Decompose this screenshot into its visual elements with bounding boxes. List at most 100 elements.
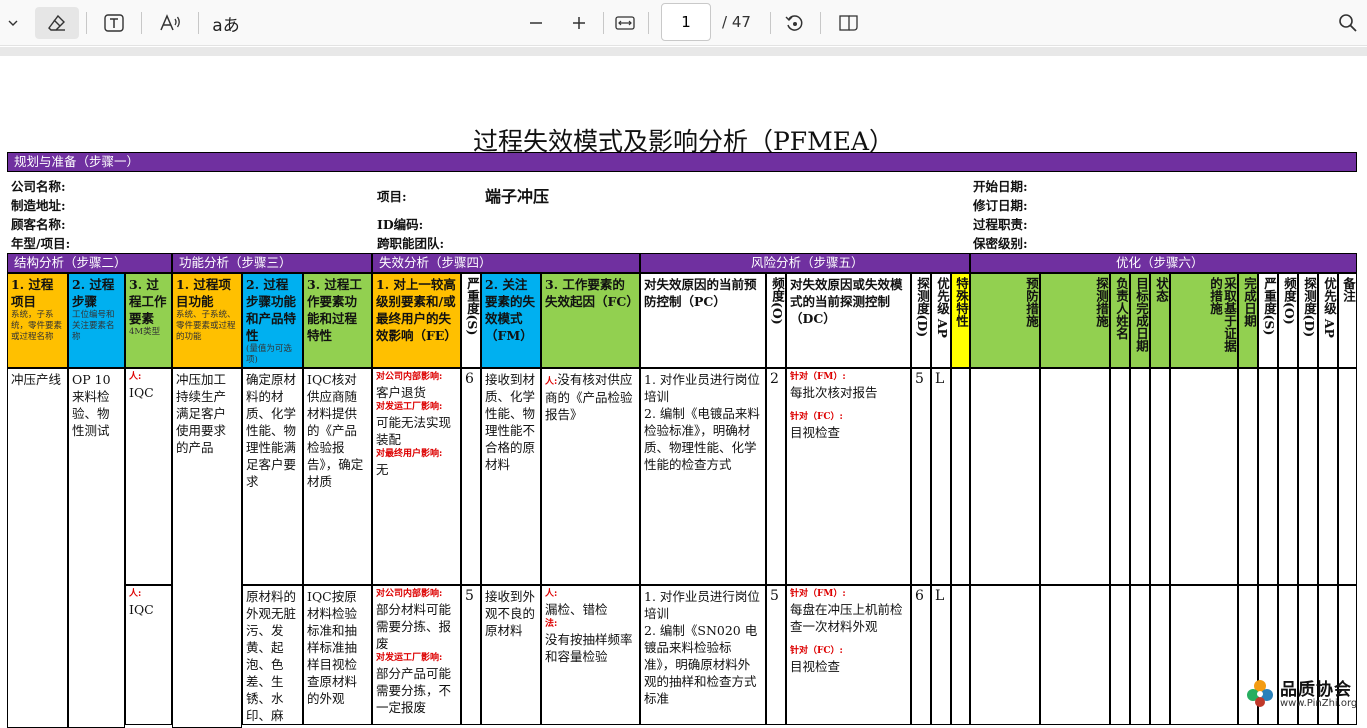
cell-target-date <box>1130 368 1150 585</box>
cell-item-function: 冲压加工持续生产满足客户使用要求的产品 <box>172 368 242 728</box>
model-label: 年型/项目: <box>11 236 71 251</box>
cell-detection-control: 针对（FM）: 每盘在冲压上机前检查一次材料外观 针对（FC）: 目视检查 <box>786 585 911 725</box>
step1-band: 规划与准备（步骤一） <box>7 152 1357 172</box>
toolbar-divider <box>820 12 821 34</box>
page-total: / 47 <box>722 13 751 31</box>
rev-date-label: 修订日期: <box>973 198 1028 213</box>
cell-detection-action <box>1040 368 1110 585</box>
zoom-in-icon[interactable] <box>567 7 591 39</box>
project-label: 项目: <box>377 189 407 204</box>
read-aloud-icon[interactable] <box>156 7 184 39</box>
page-view-icon[interactable] <box>836 7 862 39</box>
pdf-toolbar: aあ 1 / 47 <box>0 0 1367 46</box>
toolbar-divider <box>86 12 87 34</box>
cell-occurrence: 2 <box>766 368 786 585</box>
page-number-input[interactable]: 1 <box>661 3 711 41</box>
header-remarks: 备注 <box>1338 273 1357 368</box>
header-failure-cause: 3. 工作要素的失效起因（FC） <box>541 273 640 368</box>
header-element-function: 3. 过程工作要素功能和过程特性 <box>303 273 372 368</box>
watermark-logo: 品质协会 www.PinZhi.org <box>1245 672 1365 715</box>
cell-detection: 5 <box>911 368 931 585</box>
start-date-label: 开始日期: <box>973 179 1028 194</box>
toolbar-divider <box>603 12 604 34</box>
header-target-date: 目标完成日期 <box>1130 273 1150 368</box>
header-step-function: 2. 过程步骤功能和产品特性 (量值为可选项) <box>242 273 303 368</box>
eraser-icon[interactable] <box>35 7 79 39</box>
cell-failure-cause: 人: 漏检、错检 法: 没有按抽样频率和容量检验 <box>541 585 640 725</box>
project-value: 端子冲压 <box>485 187 550 206</box>
cell-element-function: IQC按原材料检验标准和抽样标准抽样目视检查原材料的外观 <box>303 585 372 725</box>
header-process-step: 2. 过程步骤 工位编号和关注要素名称 <box>68 273 125 368</box>
cell-special-char <box>951 585 970 725</box>
cell-target-date <box>1130 585 1150 725</box>
cell-severity: 6 <box>461 368 481 585</box>
optimize-band: 优化（步骤六） <box>970 253 1357 273</box>
text-box-icon[interactable] <box>100 7 128 39</box>
toolbar-divider <box>141 12 142 34</box>
chevron-down-icon[interactable] <box>4 7 22 39</box>
cell-process-step: OP 10 来料检验、物性测试 <box>68 368 125 728</box>
header-detection-2: 探测度(D) <box>1298 273 1318 368</box>
cell-prevention-action <box>970 585 1040 725</box>
header-severity: 严重度(S) <box>461 273 481 368</box>
header-occurrence-2: 频度(O) <box>1278 273 1298 368</box>
header-detection-control: 对失效原因或失效模式的当前探测控制（DC） <box>786 273 911 368</box>
viewer-gutter <box>0 47 1367 56</box>
header-work-element: 3. 过程工作要素 4M类型 <box>125 273 172 368</box>
cell-action-priority: L <box>931 585 951 725</box>
cell-failure-mode: 接收到材质、化学性能、物理性能不合格的原材料 <box>481 368 541 585</box>
cell-failure-effect: 对公司内部影响: 客户退货 对发运工厂影响: 可能无法实现装配 对最终用户影响: 无 <box>372 368 461 585</box>
cell-remarks <box>1338 368 1357 585</box>
header-failure-mode: 2. 关注要素的失效模式（FM） <box>481 273 541 368</box>
rotate-icon[interactable] <box>781 7 807 39</box>
header-owner: 负责人姓名 <box>1110 273 1130 368</box>
cell-detection-control: 针对（FM）: 每批次核对报告 针对（FC）: 目视检查 <box>786 368 911 585</box>
header-special-char: 特殊特性 <box>951 273 970 368</box>
cell-work-element: 人: IQC <box>125 585 172 725</box>
header-completion-date: 完成日期 <box>1238 273 1258 368</box>
cell-element-function: IQC核对供应商随材料提供的《产品检验报告》，确定材质 <box>303 368 372 585</box>
header-evidence-action: 采取基于证据的措施 <box>1170 273 1238 368</box>
cell-detection-action <box>1040 585 1110 725</box>
cell-detection: 6 <box>911 585 931 725</box>
toolbar-divider <box>770 12 771 34</box>
cell-evidence-action <box>1170 368 1238 585</box>
cell-owner <box>1110 585 1130 725</box>
function-band: 功能分析（步骤三） <box>172 253 372 273</box>
header-severity-2: 严重度(S) <box>1258 273 1278 368</box>
cell-special-char <box>951 368 970 585</box>
toolbar-divider <box>648 12 649 34</box>
cell-prevention-control: 1. 对作业员进行岗位培训 2. 编制《SN020 电镀品来料检验标准》，明确原… <box>640 585 766 725</box>
cell-action-priority: L <box>931 368 951 585</box>
watermark-name: 品质协会 <box>1280 680 1352 700</box>
cell-detection-2 <box>1298 368 1318 585</box>
header-detection: 探测度(D) <box>911 273 931 368</box>
cell-severity: 5 <box>461 585 481 725</box>
translate-icon[interactable]: aあ <box>210 7 242 39</box>
cell-status <box>1150 368 1170 585</box>
cell-owner <box>1110 368 1130 585</box>
cell-process-item: 冲压产线 <box>7 368 68 728</box>
toolbar-divider <box>198 12 199 34</box>
cell-occurrence-2 <box>1278 368 1298 585</box>
mfg-label: 制造地址: <box>11 198 66 213</box>
header-item-function: 1. 过程项目功能 系统、子系统、零件要素或过程的功能 <box>172 273 242 368</box>
header-prevention-control: 对失效原因的当前预防控制（PC） <box>640 273 766 368</box>
zoom-out-icon[interactable] <box>524 7 548 39</box>
cell-status <box>1150 585 1170 725</box>
cell-failure-mode: 接收到外观不良的原材料 <box>481 585 541 725</box>
fit-width-icon[interactable] <box>612 7 638 39</box>
risk-band: 风险分析（步骤五） <box>640 253 970 273</box>
cell-severity-2 <box>1258 368 1278 585</box>
header-status: 状态 <box>1150 273 1170 368</box>
cell-prevention-action <box>970 368 1040 585</box>
cell-step-function: 确定原材料的材质、化学性能、物理性能满足客户要求 <box>242 368 303 585</box>
cell-action-priority-2 <box>1318 368 1338 585</box>
cell-evidence-action <box>1170 585 1238 725</box>
search-icon[interactable] <box>1335 7 1361 39</box>
structure-band: 结构分析（步骤二） <box>7 253 172 273</box>
id-label: ID编码: <box>377 217 424 232</box>
cell-prevention-control: 1. 对作业员进行岗位培训 2. 编制《电镀品来料检验标准》，明确材质、物理性能… <box>640 368 766 585</box>
team-label: 跨职能团队: <box>377 236 445 251</box>
secret-label: 保密级别: <box>973 236 1028 251</box>
